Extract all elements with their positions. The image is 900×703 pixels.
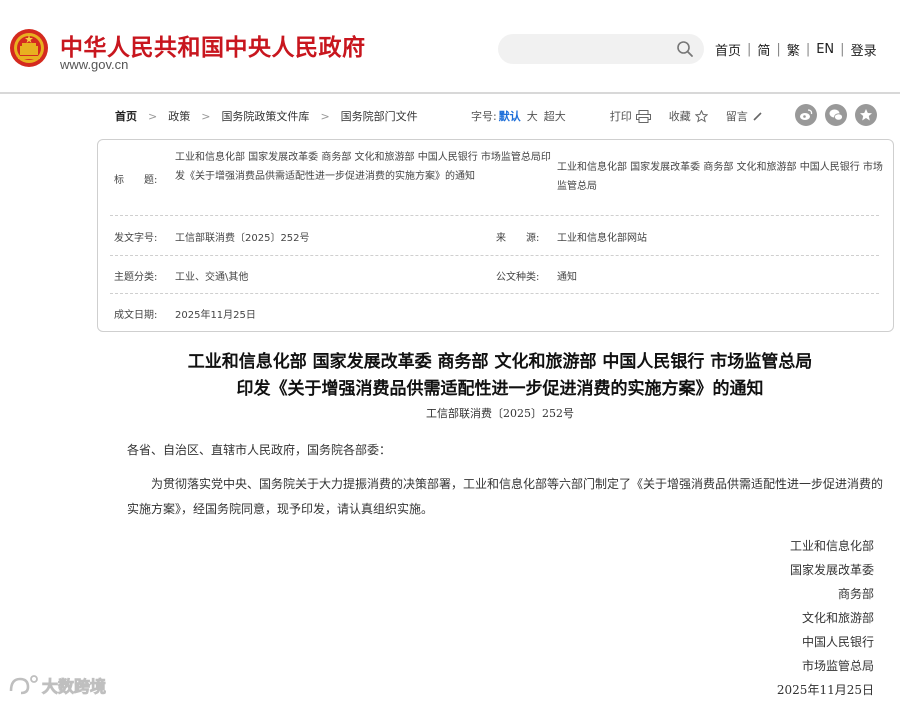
title-value: 工业和信息化部 国家发展改革委 商务部 文化和旅游部 中国人民银行 市场监管总局… [175,152,551,182]
article-salutation: 各省、自治区、直辖市人民政府，国务院各部委： [127,443,392,457]
search-input[interactable] [512,39,662,59]
search-box [498,34,704,64]
favorite-button[interactable]: 收藏 [669,108,708,124]
weibo-icon [800,109,813,120]
pencil-icon [753,111,762,121]
info-row-docno: 发文字号: 工信部联消费〔2025〕252号 来 源: 工业和信息化部网站 [110,216,879,256]
watermark-text: 大数跨境 [42,677,106,696]
breadcrumb-department-docs[interactable]: 国务院部门文件 [341,108,418,124]
divider: | [747,42,752,57]
top-nav: 首页 | 简 | 繁 | EN | 登录 [715,40,877,59]
document-info-table: 标 题: 工业和信息化部 国家发展改革委 商务部 文化和旅游部 中国人民银行 市… [97,139,894,332]
comment-button[interactable]: 留言 [726,108,763,124]
date-value: 2025年11月25日 [175,310,256,321]
chevron-right-icon: > [201,109,211,123]
star-outline-icon [694,109,708,123]
article-title-line-2: 印发《关于增强消费品供需适配性进一步促进消费的实施方案》的通知 [236,379,764,399]
comment-label: 留言 [725,110,748,123]
title-label: 标 题: [114,175,158,186]
article-body: 为贯彻落实党中央、国务院关于大力提振消费的决策部署，工业和信息化部等六部门制定了… [127,477,884,516]
nav-english-link[interactable]: EN [816,42,834,57]
info-row-topic: 主题分类: 工业、交通\其他 公文种类: 通知 [110,256,879,294]
info-row-title: 标 题: 工业和信息化部 国家发展改革委 商务部 文化和旅游部 中国人民银行 市… [110,140,883,216]
signature-line: 文化和旅游部 [801,611,874,625]
chevron-right-icon: > [320,109,330,123]
weibo-share-button[interactable] [795,104,817,126]
signature-line: 市场监管总局 [801,659,874,673]
signature-line: 中国人民银行 [801,635,874,649]
favorite-label: 收藏 [668,110,691,123]
watermark-logo: 大数跨境 [9,675,106,696]
breadcrumb-policy[interactable]: 政策 [168,108,190,124]
date-label: 成文日期: [114,310,158,321]
font-size-large[interactable]: 大 [527,108,538,124]
wechat-icon [829,109,843,121]
breadcrumb-policy-library[interactable]: 国务院政策文件库 [221,108,309,124]
article-toolbar: 字号: 默认 大 超大 打印 收藏 留言 [471,108,763,124]
source-label: 来 源: [496,233,540,244]
breadcrumb: 首页 > 政策 > 国务院政策文件库 > 国务院部门文件 [115,108,418,124]
issuer-value: 工业和信息化部 国家发展改革委 商务部 文化和旅游部 中国人民银行 市场监管总局 [557,162,883,192]
nav-home-link[interactable]: 首页 [715,40,741,59]
wechat-share-button[interactable] [825,104,847,126]
nav-simplified-link[interactable]: 简 [757,40,770,59]
nav-login-link[interactable]: 登录 [851,40,877,59]
topic-value: 工业、交通\其他 [175,272,249,283]
signature-line: 国家发展改革委 [789,563,874,577]
font-size-label: 字号: [471,110,497,123]
nav-traditional-link[interactable]: 繁 [787,40,800,59]
signature-date: 2025年11月25日 [776,683,874,697]
chevron-right-icon: > [148,109,158,123]
site-url[interactable]: www.gov.cn [60,57,128,72]
collect-share-button[interactable] [855,104,877,126]
topic-label: 主题分类: [114,272,158,283]
source-value: 工业和信息化部网站 [557,233,647,244]
article-title-line-1: 工业和信息化部 国家发展改革委 商务部 文化和旅游部 中国人民银行 市场监管总局 [187,352,813,372]
signature-line: 商务部 [837,587,874,601]
doc-type-label: 公文种类: [496,272,540,283]
star-icon [860,109,872,121]
font-size-default[interactable]: 默认 [499,108,521,124]
print-button[interactable]: 打印 [610,108,651,124]
printer-icon [635,109,651,123]
signature-line: 工业和信息化部 [789,539,874,553]
info-row-date: 成文日期: 2025年11月25日 [110,294,879,332]
search-icon[interactable] [676,40,694,58]
national-emblem-icon[interactable] [9,28,49,68]
site-header: 中华人民共和国中央人民政府 www.gov.cn 首页 | 简 | 繁 | EN… [0,0,900,94]
doc-type-value: 通知 [557,272,577,283]
divider: | [840,42,845,57]
font-size-xlarge[interactable]: 超大 [544,108,566,124]
divider: | [776,42,781,57]
breadcrumb-home[interactable]: 首页 [115,108,137,124]
print-label: 打印 [609,110,632,123]
divider: | [805,42,811,57]
article-doc-number: 工信部联消费〔2025〕252号 [426,407,574,420]
doc-no-value: 工信部联消费〔2025〕252号 [175,233,310,244]
doc-no-label: 发文字号: [114,233,158,244]
